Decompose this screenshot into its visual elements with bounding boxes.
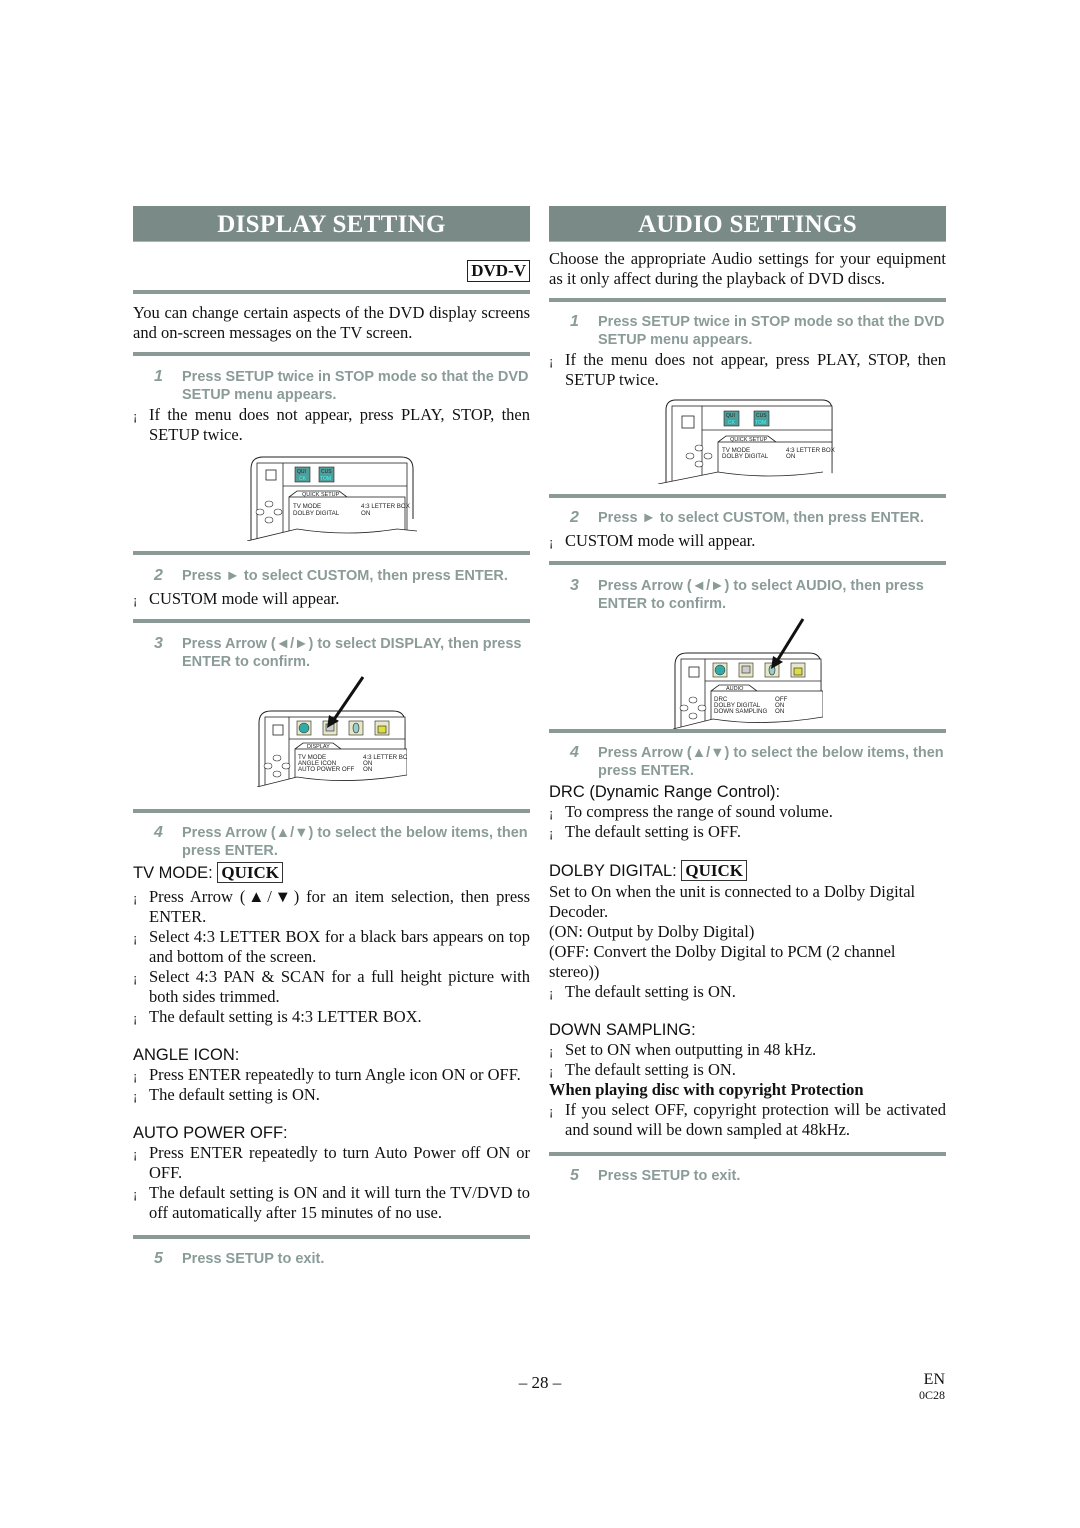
bullet: The default setting is ON.: [549, 982, 946, 1003]
svg-text:TV MODE: TV MODE: [293, 503, 321, 510]
dolby-line: (ON: Output by Dolby Digital): [549, 922, 755, 941]
display-step-4: 4 Press Arrow (▲/▼) to select the below …: [154, 824, 528, 859]
svg-text:ON: ON: [786, 453, 795, 460]
bullet: If you select OFF, copyright protection …: [549, 1100, 946, 1140]
pointer-arrow: [775, 618, 804, 662]
divider: [549, 1152, 946, 1156]
divider: [549, 494, 946, 498]
angle-icon-heading: ANGLE ICON:: [133, 1046, 240, 1064]
dvd-v-badge: DVD-V: [467, 260, 530, 282]
svg-text:QUI: QUI: [297, 469, 306, 475]
display-step-2-note: CUSTOM mode will appear.: [133, 589, 530, 610]
osd-quick-setup-illustration: QUI CK CUS TOM QUICK SETUP TV MODE 4:3 L…: [246, 453, 417, 541]
audio-settings-title: AUDIO SETTINGS: [549, 206, 946, 242]
svg-text:CK: CK: [299, 476, 307, 482]
svg-text:CUS: CUS: [756, 413, 767, 419]
display-step-3: 3 Press Arrow (◄/►) to select DISPLAY, t…: [154, 635, 522, 670]
tv-icon: [681, 415, 694, 429]
audio-step-4: 4 Press Arrow (▲/▼) to select the below …: [570, 744, 944, 779]
divider: [133, 1235, 530, 1239]
audio-settings-section: AUDIO SETTINGS Choose the appropriate Au…: [549, 206, 946, 1185]
tv-mode-bullets: Press Arrow (▲/▼) for an item selection,…: [133, 887, 530, 1028]
bullet: Select 4:3 PAN & SCAN for a full height …: [133, 967, 530, 1007]
display-step-5: 5 Press SETUP to exit.: [154, 1250, 325, 1267]
audio-step-2: 2 Press ► to select CUSTOM, then press E…: [570, 509, 924, 526]
svg-text:ON: ON: [363, 766, 372, 773]
display-icon: [741, 665, 750, 674]
svg-text:DOLBY DIGITAL: DOLBY DIGITAL: [293, 510, 340, 517]
dolby-line: Set to On when the unit is connected to …: [549, 882, 916, 921]
svg-text:AUTO POWER OFF: AUTO POWER OFF: [298, 766, 354, 773]
bullet: Press ENTER repeatedly to turn Auto Powe…: [133, 1143, 530, 1183]
svg-text:DOLBY DIGITAL: DOLBY DIGITAL: [722, 453, 769, 460]
osd-quick-setup-illustration: QUI CK CUS TOM QUICK SETUP TV MODE 4:3 L…: [657, 396, 838, 484]
tv-icon: [688, 666, 699, 678]
copyright-subheading: When playing disc with copyright Protect…: [549, 1080, 864, 1099]
osd-audio-illustration: AUDIO DRC OFF DOLBY DIGITAL ON DOWN SAMP…: [672, 615, 823, 729]
footer-lang: EN 0C28: [918, 1371, 945, 1403]
divider: [549, 729, 946, 733]
bullet: Press ENTER repeatedly to turn Angle ico…: [133, 1065, 530, 1086]
tv-mode-heading: TV MODE: QUICK: [133, 862, 530, 883]
bullet: Press Arrow (▲/▼) for an item selection,…: [133, 887, 530, 927]
svg-text:ON: ON: [361, 510, 370, 517]
tv-icon: [272, 724, 283, 736]
svg-text:TOM: TOM: [320, 476, 331, 482]
display-step-2: 2 Press ► to select CUSTOM, then press E…: [154, 567, 508, 584]
lock-icon: [793, 667, 802, 676]
svg-text:4:3 LETTER BOX: 4:3 LETTER BOX: [361, 503, 410, 510]
down-sampling-heading: DOWN SAMPLING:: [549, 1021, 696, 1039]
bullet: Select 4:3 LETTER BOX for a black bars a…: [133, 927, 530, 967]
svg-text:CK: CK: [728, 420, 736, 426]
divider: [133, 352, 530, 356]
svg-text:CUS: CUS: [321, 469, 332, 475]
bullet: The default setting is 4:3 LETTER BOX.: [133, 1007, 530, 1028]
audio-intro: Choose the appropriate Audio settings fo…: [549, 249, 946, 288]
dolby-line: (OFF: Convert the Dolby Digital to PCM (…: [549, 942, 896, 981]
svg-text:TOM: TOM: [755, 420, 766, 426]
quick-badge: QUICK: [681, 860, 747, 881]
drc-heading: DRC (Dynamic Range Control):: [549, 783, 781, 801]
display-intro: You can change certain aspects of the DV…: [133, 303, 530, 342]
display-step-1: 1 Press SETUP twice in STOP mode so that…: [154, 368, 529, 403]
dolby-digital-heading: DOLBY DIGITAL: QUICK: [549, 860, 946, 881]
divider: [133, 290, 530, 294]
display-setting-section: DISPLAY SETTING DVD-V You can change cer…: [133, 206, 530, 1268]
svg-text:DOWN SAMPLING: DOWN SAMPLING: [714, 708, 767, 715]
divider: [549, 298, 946, 302]
quick-badge: QUICK: [217, 862, 283, 883]
bullet: Set to ON when outputting in 48 kHz.: [549, 1040, 946, 1061]
language-code: EN: [923, 1371, 945, 1388]
divider: [133, 551, 530, 555]
tv-icon: [265, 469, 276, 481]
globe-icon: [298, 722, 309, 734]
audio-step-1-note: If the menu does not appear, press PLAY,…: [549, 350, 946, 390]
globe-icon: [714, 664, 725, 676]
divider: [133, 809, 530, 813]
bullet: The default setting is ON.: [549, 1060, 946, 1081]
audio-step-2-note: CUSTOM mode will appear.: [549, 531, 946, 552]
auto-power-off-heading: AUTO POWER OFF:: [133, 1124, 288, 1142]
osd-display-illustration: DISPLAY TV MODE 4:3 LETTER BOX ANGLE ICO…: [256, 675, 407, 787]
display-step-1-note: If the menu does not appear, press PLAY,…: [133, 405, 530, 445]
bullet: The default setting is ON and it will tu…: [133, 1183, 530, 1223]
bullet: The default setting is OFF.: [549, 822, 946, 843]
display-setting-title: DISPLAY SETTING: [133, 206, 530, 242]
lock-icon: [377, 725, 386, 734]
svg-text:QUI: QUI: [726, 413, 735, 419]
bullet: To compress the range of sound volume.: [549, 802, 946, 823]
divider: [133, 619, 530, 623]
bullet: The default setting is ON.: [133, 1085, 530, 1106]
divider: [549, 561, 946, 565]
pointer-arrow: [331, 676, 364, 722]
audio-step-1: 1 Press SETUP twice in STOP mode so that…: [570, 313, 945, 348]
document-code: 0C28: [918, 1388, 945, 1402]
speaker-icon: [352, 722, 359, 734]
audio-step-5: 5 Press SETUP to exit.: [570, 1167, 741, 1184]
audio-step-3: 3 Press Arrow (◄/►) to select AUDIO, the…: [570, 577, 924, 612]
svg-text:ON: ON: [775, 708, 784, 715]
